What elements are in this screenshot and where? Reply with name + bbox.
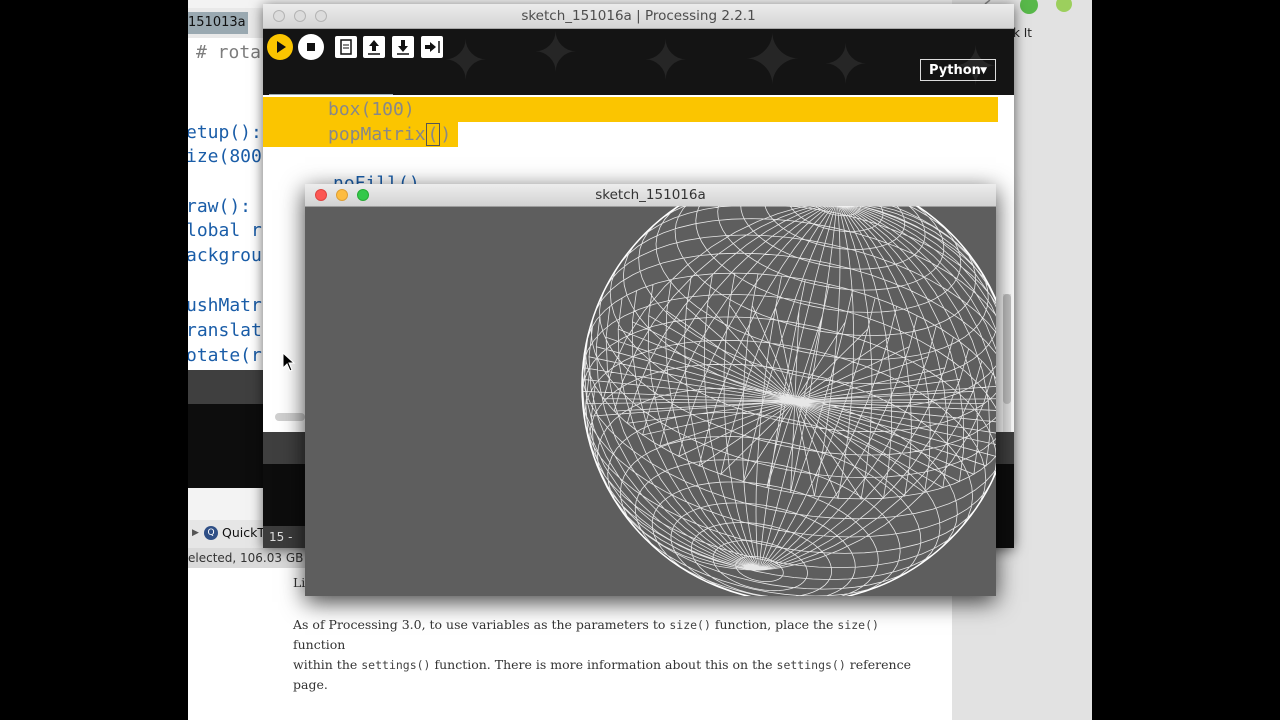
new-sketch-button[interactable]: [335, 36, 357, 58]
back-status-bar: [188, 370, 268, 404]
code-line: lobal r: [188, 220, 262, 241]
code-line: # rota: [196, 42, 262, 63]
horizontal-scrollbar[interactable]: [275, 413, 305, 421]
editor-titlebar[interactable]: sketch_151016a | Processing 2.2.1: [263, 4, 1014, 29]
save-sketch-button[interactable]: [392, 36, 414, 58]
chevron-down-icon: ▼: [980, 66, 987, 76]
code-line: ushMatr: [188, 295, 262, 316]
mode-selector[interactable]: Python ▼: [920, 59, 996, 81]
arrow-right-icon: [425, 41, 440, 53]
editor-toolbar: ✦ ✦ ✦ ✦ ✦ ✦ Python ▼ sketch_151016a ▼: [263, 29, 1014, 95]
disclosure-triangle-icon[interactable]: ▶: [192, 528, 199, 538]
python-logo-icon: ✦: [823, 33, 869, 95]
line-info: 15 - 23: [263, 526, 307, 548]
mouse-cursor-icon: [282, 351, 296, 372]
python-logo-icon: ✦: [533, 29, 579, 84]
finder-status-bar: elected, 106.03 GB a: [188, 548, 305, 568]
arrow-up-icon: [368, 40, 380, 55]
python-logo-icon: ✦: [743, 29, 802, 95]
run-button[interactable]: [267, 34, 293, 60]
desktop-background: [1092, 0, 1280, 720]
play-icon: [277, 41, 286, 53]
stop-button[interactable]: [298, 34, 324, 60]
stop-icon: [307, 43, 315, 51]
sketch-canvas[interactable]: [305, 184, 996, 596]
code-line: ize(800: [188, 146, 262, 167]
code-line: ranslat: [188, 320, 262, 341]
code-line: otate(r: [188, 345, 262, 366]
code-line: etup():: [188, 122, 262, 143]
back-console: [188, 404, 268, 488]
editor-title: sketch_151016a | Processing 2.2.1: [521, 8, 756, 24]
back-editor-window: 151013a # rota etup(): ize(800 raw(): lo…: [188, 8, 268, 488]
export-button[interactable]: [421, 36, 443, 58]
sketch-title: sketch_151016a: [595, 187, 706, 203]
code-line: ackgrou: [188, 245, 262, 266]
arrow-down-icon: [397, 40, 409, 55]
scrollbar-thumb[interactable]: [1003, 294, 1011, 404]
new-file-icon: [340, 39, 352, 55]
code-line: box(100): [328, 99, 415, 120]
python-logo-icon: ✦: [443, 29, 489, 92]
sketch-titlebar[interactable]: sketch_151016a: [305, 184, 996, 207]
code-line: popMatrix(): [328, 123, 452, 146]
reference-paragraph: As of Processing 3.0, to use variables a…: [293, 617, 911, 692]
sketch-window: sketch_151016a: [305, 184, 996, 596]
finder-item-label[interactable]: QuickT: [222, 525, 265, 540]
open-sketch-button[interactable]: [363, 36, 385, 58]
code-line: raw():: [188, 196, 252, 217]
quicktime-icon: Q: [204, 526, 218, 540]
mode-label: Python: [929, 63, 981, 78]
bracket-match: (: [425, 123, 441, 146]
wireframe-sphere: [581, 184, 996, 596]
back-editor-tab[interactable]: 151013a: [188, 12, 248, 34]
python-logo-icon: ✦: [643, 29, 689, 92]
